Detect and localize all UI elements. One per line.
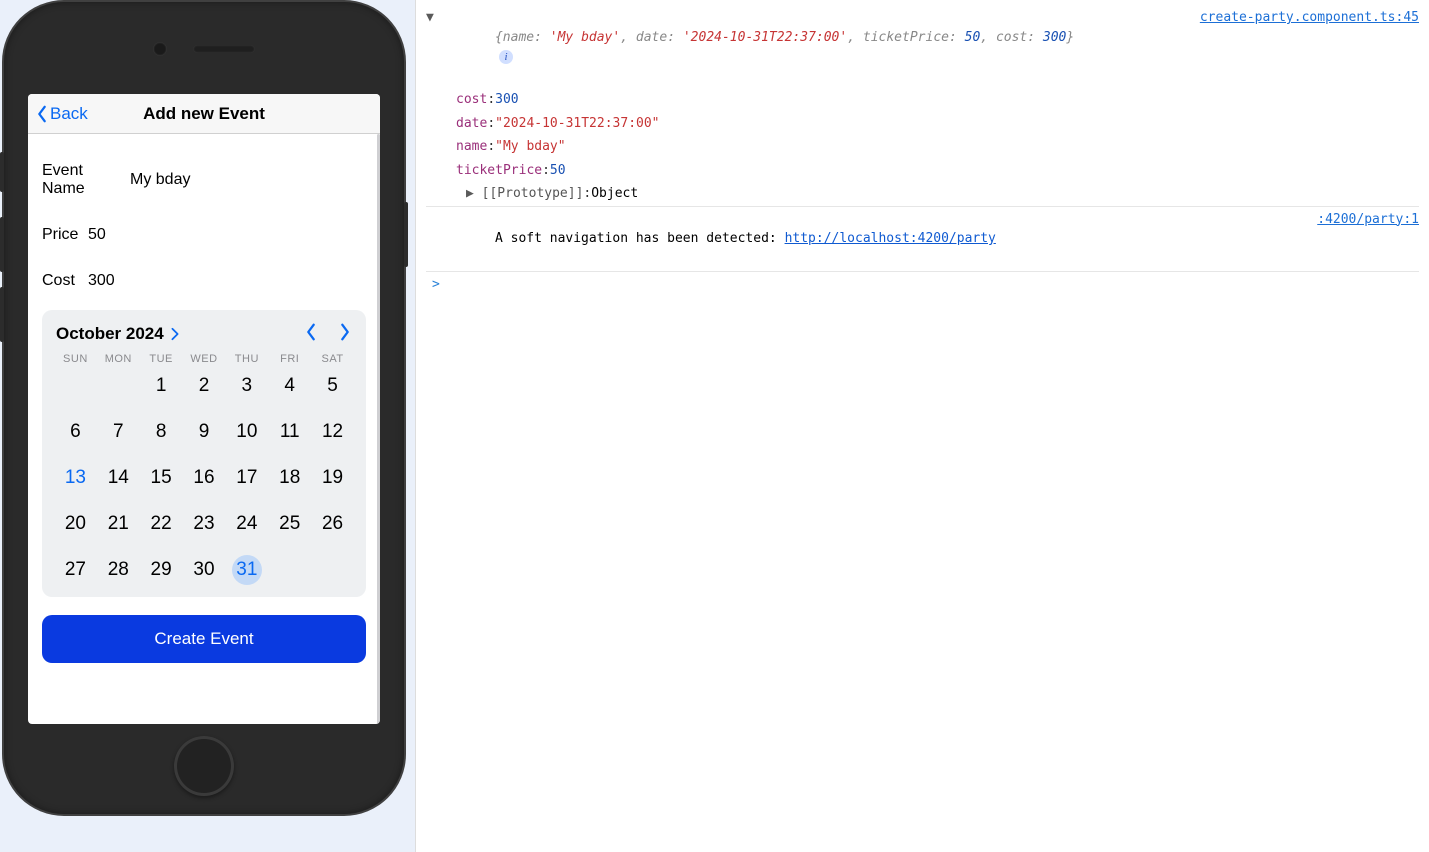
calendar-day[interactable]: 26: [318, 509, 348, 539]
calendar-next-button[interactable]: [338, 322, 352, 345]
back-button[interactable]: Back: [36, 104, 88, 124]
calendar-weekday: TUE: [140, 353, 183, 365]
calendar-weekday: SUN: [54, 353, 97, 365]
chevron-left-icon: [304, 322, 318, 342]
source-link[interactable]: create-party.component.ts:45: [1190, 8, 1419, 86]
speaker-icon: [193, 45, 255, 53]
calendar-day[interactable]: 11: [275, 417, 305, 447]
console-prompt[interactable]: >: [426, 272, 1419, 295]
event-name-label: Event Name: [42, 162, 130, 198]
console-object-property[interactable]: name: "My bday": [426, 135, 1419, 159]
event-name-value: My bday: [130, 171, 190, 189]
chevron-right-icon: [338, 322, 352, 342]
calendar-day[interactable]: 31: [232, 555, 262, 585]
calendar-day[interactable]: 4: [275, 371, 305, 401]
caret-down-icon[interactable]: ▼: [426, 10, 434, 25]
calendar-weekday: SAT: [311, 353, 354, 365]
calendar-day[interactable]: 28: [103, 555, 133, 585]
console-object-property[interactable]: date: "2024-10-31T22:37:00": [426, 112, 1419, 136]
calendar-day[interactable]: 19: [318, 463, 348, 493]
calendar-day[interactable]: 14: [103, 463, 133, 493]
calendar-day-empty: [103, 371, 133, 401]
info-icon[interactable]: i: [499, 50, 513, 64]
console-object-summary[interactable]: ▼ {name: 'My bday', date: '2024-10-31T22…: [426, 6, 1419, 88]
price-row[interactable]: Price 50: [42, 212, 366, 258]
calendar-day[interactable]: 21: [103, 509, 133, 539]
console-prototype-row[interactable]: ▶ [[Prototype]]: Object: [426, 182, 1419, 206]
calendar-day[interactable]: 6: [60, 417, 90, 447]
calendar-day[interactable]: 3: [232, 371, 262, 401]
chevron-left-icon: [36, 105, 48, 123]
calendar-day[interactable]: 12: [318, 417, 348, 447]
scrollbar[interactable]: [377, 134, 380, 724]
cost-row[interactable]: Cost 300: [42, 258, 366, 304]
calendar-day[interactable]: 5: [318, 371, 348, 401]
calendar-day-empty: [60, 371, 90, 401]
create-event-button[interactable]: Create Event: [42, 615, 366, 663]
calendar-weekday: FRI: [268, 353, 311, 365]
event-name-row[interactable]: Event Name My bday: [42, 148, 366, 212]
calendar-day[interactable]: 8: [146, 417, 176, 447]
form-content: Event Name My bday Price 50 Cost 300 Oct…: [28, 134, 380, 724]
soft-nav-text: A soft navigation has been detected:: [495, 231, 785, 246]
calendar-weekday: MON: [97, 353, 140, 365]
console-object-property[interactable]: ticketPrice: 50: [426, 159, 1419, 183]
price-label: Price: [42, 226, 88, 244]
source-link[interactable]: :4200/party:1: [1307, 210, 1419, 269]
calendar-day[interactable]: 22: [146, 509, 176, 539]
soft-nav-link[interactable]: http://localhost:4200/party: [785, 231, 996, 246]
calendar-month-button[interactable]: October 2024: [56, 324, 180, 344]
calendar-day[interactable]: 23: [189, 509, 219, 539]
camera-icon: [153, 42, 167, 56]
cost-label: Cost: [42, 272, 88, 290]
device-frame: Back Add new Event Event Name My bday Pr…: [4, 2, 404, 814]
cost-value: 300: [88, 272, 115, 290]
calendar-day[interactable]: 29: [146, 555, 176, 585]
calendar-day[interactable]: 17: [232, 463, 262, 493]
console-soft-nav-message: A soft navigation has been detected: htt…: [426, 206, 1419, 273]
calendar-days-grid: 1234567891011121314151617181920212223242…: [54, 371, 354, 585]
calendar-day[interactable]: 16: [189, 463, 219, 493]
nav-bar: Back Add new Event: [28, 94, 380, 134]
caret-right-icon[interactable]: ▶: [456, 184, 474, 204]
calendar-day[interactable]: 27: [60, 555, 90, 585]
calendar-day[interactable]: 7: [103, 417, 133, 447]
calendar-day[interactable]: 30: [189, 555, 219, 585]
calendar-day[interactable]: 18: [275, 463, 305, 493]
chevron-right-icon: [170, 327, 180, 341]
calendar-day[interactable]: 10: [232, 417, 262, 447]
calendar-day[interactable]: 13: [60, 463, 90, 493]
price-value: 50: [88, 226, 106, 244]
calendar-month-label: October 2024: [56, 324, 164, 344]
calendar-day[interactable]: 20: [60, 509, 90, 539]
calendar-day[interactable]: 2: [189, 371, 219, 401]
calendar-weekdays: SUNMONTUEWEDTHUFRISAT: [54, 353, 354, 365]
calendar-weekday: WED: [183, 353, 226, 365]
calendar-day[interactable]: 25: [275, 509, 305, 539]
calendar-day[interactable]: 1: [146, 371, 176, 401]
calendar-prev-button[interactable]: [304, 322, 318, 345]
calendar: October 2024 SUNMONTUEWEDTHUFRI: [42, 310, 366, 597]
console-object-property[interactable]: cost: 300: [426, 88, 1419, 112]
devtools-console: ▼ {name: 'My bday', date: '2024-10-31T22…: [415, 0, 1429, 852]
back-label: Back: [50, 104, 88, 124]
calendar-weekday: THU: [225, 353, 268, 365]
home-button[interactable]: [174, 736, 234, 796]
calendar-day[interactable]: 15: [146, 463, 176, 493]
calendar-day[interactable]: 9: [189, 417, 219, 447]
calendar-day[interactable]: 24: [232, 509, 262, 539]
